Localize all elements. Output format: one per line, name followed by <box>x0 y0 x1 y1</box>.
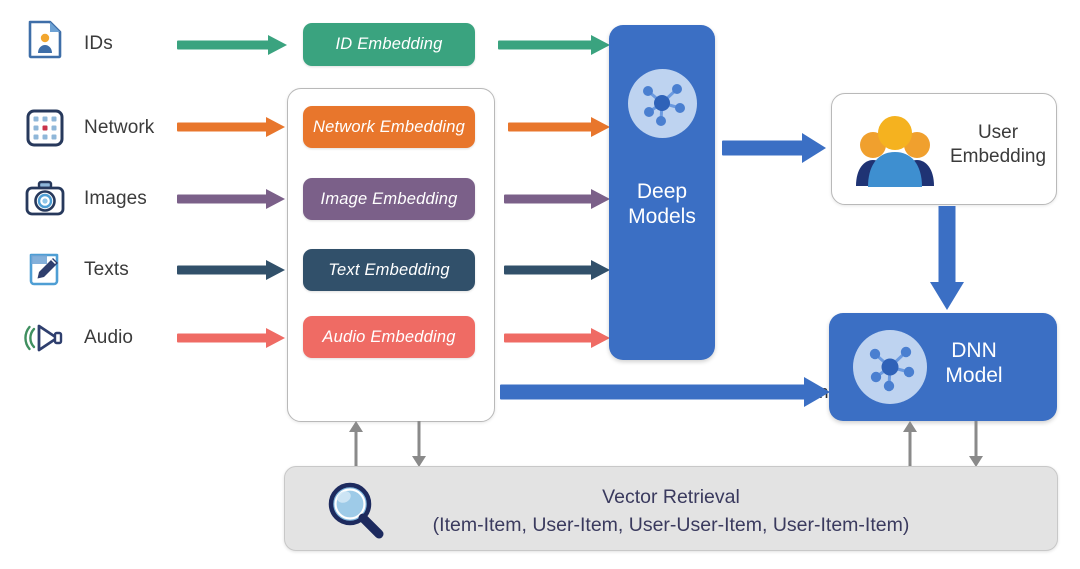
dnn-model-block[interactable]: DNN Model <box>829 313 1057 421</box>
user-embedding-line1: User <box>977 122 1019 143</box>
image-embedding-label: Image Embedding <box>320 189 458 208</box>
text-embedding-pill[interactable]: Text Embedding <box>303 249 475 291</box>
audio-embedding-pill[interactable]: Audio Embedding <box>303 316 475 358</box>
modality-row-ids <box>22 16 68 62</box>
diagram-canvas: IDs Network Images Texts Audio ID Embedd… <box>0 0 1080 569</box>
modality-label-network: Network <box>84 117 155 138</box>
deep-models-title-line2: Models <box>628 204 696 228</box>
network-embedding-pill[interactable]: Network Embedding <box>303 106 475 148</box>
arrow-vector-retrieval-to-item-embedding <box>348 421 364 467</box>
vector-retrieval-bar[interactable]: Vector Retrieval (Item-Item, User-Item, … <box>284 466 1058 551</box>
network-grid-icon <box>22 105 68 151</box>
users-group-icon <box>854 110 936 193</box>
document-pen-icon <box>22 247 68 293</box>
network-embedding-label: Network Embedding <box>313 117 465 136</box>
camera-icon <box>22 176 68 222</box>
deep-models-title-line1: Deep <box>636 180 688 203</box>
dnn-model-title-line1: DNN <box>951 339 997 362</box>
modality-row-images <box>22 176 68 222</box>
modality-label-audio: Audio <box>84 327 134 348</box>
arrow-dnn-model-to-vector-retrieval <box>968 421 984 467</box>
user-embedding-label: User Embedding <box>948 121 1048 169</box>
arrow-vector-retrieval-to-dnn-model <box>902 421 918 467</box>
audio-embedding-label: Audio Embedding <box>322 327 456 346</box>
modality-label-texts: Texts <box>84 259 129 280</box>
modality-label-images: Images <box>84 188 147 209</box>
speaker-icon <box>22 315 68 361</box>
id-embedding-pill[interactable]: ID Embedding <box>303 23 475 66</box>
user-embedding-line2: Embedding <box>949 145 1047 167</box>
modality-label-ids: IDs <box>84 33 113 54</box>
user-embedding-card[interactable]: User Embedding <box>831 93 1057 205</box>
dnn-model-title-line2: Model <box>945 363 1003 387</box>
modality-row-audio <box>22 315 68 361</box>
text-embedding-label: Text Embedding <box>328 260 450 279</box>
deep-models-block[interactable]: Deep Models <box>609 25 715 360</box>
vector-retrieval-subtitle: (Item-Item, User-Item, User-User-Item, U… <box>432 514 910 537</box>
image-embedding-pill[interactable]: Image Embedding <box>303 178 475 220</box>
arrow-user-embedding-to-dnn-model <box>927 206 967 310</box>
id-document-icon <box>22 16 68 62</box>
modality-row-texts <box>22 247 68 293</box>
neural-network-icon <box>628 69 697 138</box>
vector-retrieval-title: Vector Retrieval <box>602 486 740 508</box>
id-embedding-label: ID Embedding <box>335 35 443 53</box>
modality-row-network <box>22 105 68 151</box>
arrow-item-embedding-to-vector-retrieval <box>411 421 427 467</box>
